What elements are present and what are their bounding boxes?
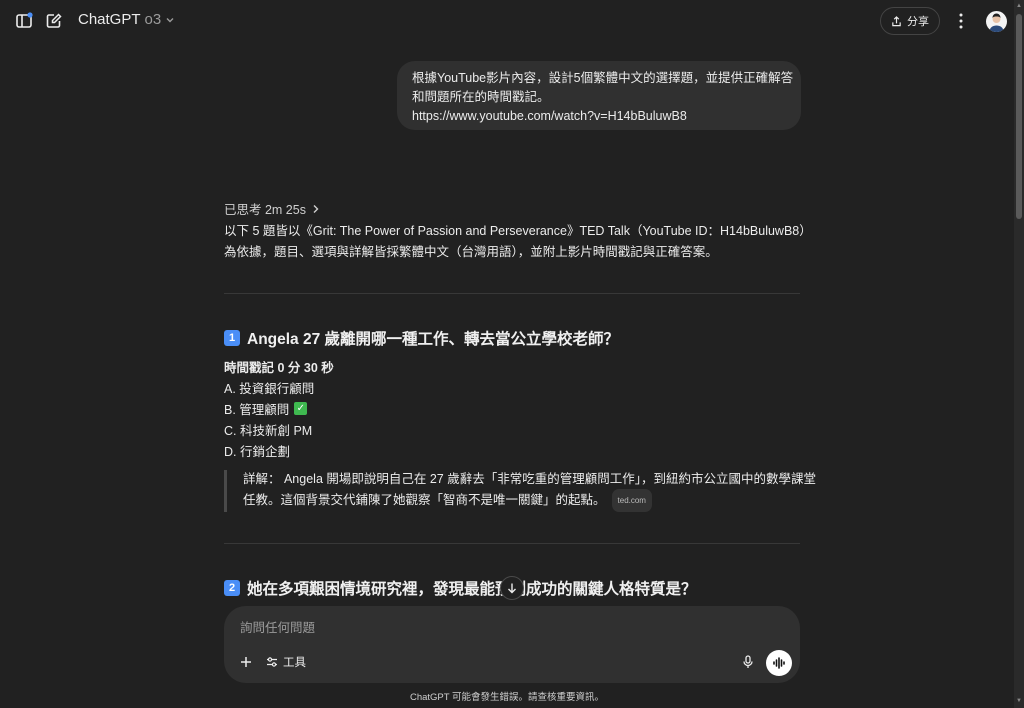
top-bar: ChatGPT o3 分享: [0, 0, 1024, 42]
user-message-line: 和問題所在的時間戳記。: [412, 90, 550, 104]
model-selector[interactable]: ChatGPT o3: [78, 11, 175, 28]
chevron-down-icon: [166, 17, 174, 22]
citation-chip[interactable]: ted.com: [611, 489, 652, 512]
option-c: C. 科技新創 PM: [224, 424, 313, 438]
explanation-line-2: 任教。這個背景交代鋪陳了她觀察「智商不是唯一關鍵」的起點。 ted.com: [243, 489, 804, 512]
option-d: D. 行銷企劃: [224, 445, 290, 459]
scroll-to-bottom-button[interactable]: [500, 576, 524, 600]
prompt-input[interactable]: [240, 618, 720, 638]
option-a: A. 投資銀行顧問: [224, 382, 315, 396]
intro-text: 為依據，題目、選項與詳解皆採繁體中文（台灣用語），並附上影片時間戳記與正確答案。: [224, 245, 718, 259]
scroll-down-arrow-icon[interactable]: ▼: [1016, 698, 1022, 704]
message-composer: 工具: [224, 606, 800, 683]
chevron-right-icon: [313, 204, 319, 213]
number-badge: 1: [224, 330, 240, 346]
share-icon: [892, 15, 901, 26]
add-attachment-button[interactable]: [238, 654, 254, 670]
explanation-line: 詳解： Angela 開場即說明自己在 27 歲辭去「非常吃重的管理顧問工作」，…: [243, 472, 816, 486]
question-heading: 2 她在多項艱困情境研究裡，發現最能預測成功的關鍵人格特質是？: [224, 577, 697, 599]
thought-label: 已思考 2m 25s: [224, 203, 306, 217]
question-title: Angela 27 歲離開哪一種工作、轉去當公立學校老師？: [247, 331, 620, 348]
intro-text: 以下 5 題皆以《Grit: The Power of Passion and …: [224, 224, 812, 238]
correct-check-icon: ✓: [294, 402, 308, 415]
arrow-down-icon: [508, 583, 516, 594]
answer-explanation: 詳解： Angela 開場即說明自己在 27 歲辭去「非常吃重的管理顧問工作」，…: [224, 470, 816, 512]
option-text: B. 管理顧問: [224, 403, 290, 417]
waveform-icon: [773, 657, 785, 669]
user-message-line: 根據YouTube影片內容，設計5個繁體中文的選擇題，並提供正確解答: [412, 71, 794, 85]
voice-mode-button[interactable]: [766, 650, 792, 676]
microphone-icon: [743, 655, 753, 668]
new-chat-icon[interactable]: [44, 11, 64, 31]
share-label: 分享: [907, 16, 929, 28]
tools-label: 工具: [283, 657, 306, 669]
scrollbar-thumb[interactable]: [1016, 14, 1022, 219]
explanation-text: 任教。這個背景交代鋪陳了她觀察「智商不是唯一關鍵」的起點。: [243, 492, 606, 507]
more-options-icon[interactable]: [952, 11, 970, 31]
microphone-button[interactable]: [740, 654, 756, 670]
sidebar-toggle-icon[interactable]: [14, 11, 34, 31]
divider: [224, 293, 800, 294]
tools-button[interactable]: 工具: [266, 654, 306, 670]
question-heading: 1 Angela 27 歲離開哪一種工作、轉去當公立學校老師？: [224, 327, 619, 349]
question-title: 她在多項艱困情境研究裡，發現最能預測成功的關鍵人格特質是？: [247, 581, 697, 598]
share-button[interactable]: 分享: [880, 7, 940, 35]
plus-icon: [241, 657, 251, 667]
avatar[interactable]: [986, 11, 1007, 32]
thought-duration-toggle[interactable]: 已思考 2m 25s: [224, 199, 320, 218]
sliders-icon: [267, 657, 277, 667]
question-timestamp: 時間戳記 0 分 30 秒: [224, 361, 334, 375]
divider: [224, 543, 800, 544]
number-badge: 2: [224, 580, 240, 596]
option-b: B. 管理顧問 ✓: [224, 399, 308, 418]
scrollbar[interactable]: ▲ ▼: [1014, 0, 1024, 708]
model-version: o3: [144, 11, 162, 28]
app-name: ChatGPT: [78, 11, 141, 28]
disclaimer-footer: ChatGPT 可能會發生錯誤。請查核重要資訊。: [409, 692, 605, 703]
user-message-bubble: 根據YouTube影片內容，設計5個繁體中文的選擇題，並提供正確解答 和問題所在…: [397, 61, 801, 130]
user-message-link[interactable]: https://www.youtube.com/watch?v=H14bBulu…: [412, 107, 786, 126]
scroll-up-arrow-icon[interactable]: ▲: [1016, 3, 1022, 9]
